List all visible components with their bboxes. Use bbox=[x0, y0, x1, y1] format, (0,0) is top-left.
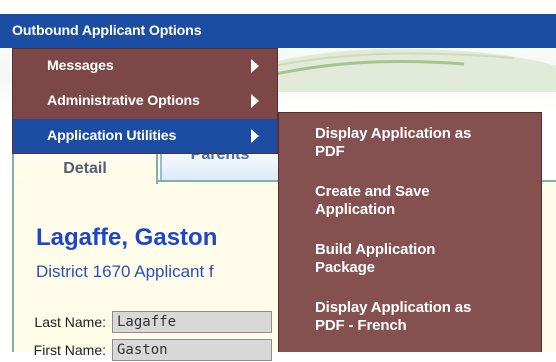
menu-outbound-applicant-options[interactable]: Outbound Applicant Options bbox=[0, 14, 214, 48]
menu-item-display-application-pdf-french[interactable]: Display Application as PDF - French bbox=[279, 299, 541, 335]
menu-item-display-application-pdf-french-line1: Display Application as bbox=[315, 299, 472, 316]
menu-item-build-application-package-line1: Build Application bbox=[315, 241, 436, 258]
menu-item-messages-label: Messages bbox=[47, 58, 114, 74]
menu-item-application-utilities-label: Application Utilities bbox=[47, 128, 177, 144]
applicant-subtitle: District 1670 Applicant f bbox=[36, 262, 214, 281]
application-utilities-menu: Display Application as PDF Create and Sa… bbox=[278, 112, 542, 352]
menu-item-application-utilities[interactable]: Application Utilities bbox=[13, 119, 277, 153]
submenu-arrow-icon bbox=[251, 59, 259, 73]
last-name-label: Last Name: bbox=[34, 314, 106, 330]
outbound-options-menu: Messages Administrative Options Applicat… bbox=[12, 48, 278, 154]
last-name-row: Last Name: Lagaffe bbox=[4, 310, 272, 334]
submenu-arrow-icon bbox=[251, 94, 259, 108]
menu-item-display-application-pdf-french-line2: PDF - French bbox=[315, 317, 407, 334]
menu-item-build-application-package-line2: Package bbox=[315, 259, 375, 276]
first-name-field[interactable]: Gaston bbox=[112, 339, 272, 361]
menu-item-administrative-options-label: Administrative Options bbox=[47, 93, 200, 109]
menu-item-display-application-pdf[interactable]: Display Application as PDF bbox=[279, 125, 541, 161]
tab-detail-label: Detail bbox=[63, 160, 107, 177]
menu-item-create-save-application[interactable]: Create and Save Application bbox=[279, 183, 541, 219]
submenu-arrow-icon bbox=[251, 129, 259, 143]
last-name-field[interactable]: Lagaffe bbox=[112, 311, 272, 333]
first-name-row: First Name: Gaston bbox=[4, 338, 272, 362]
first-name-label: First Name: bbox=[33, 342, 106, 358]
menu-item-display-application-pdf-line2: PDF bbox=[315, 143, 345, 160]
menu-item-create-save-application-line1: Create and Save bbox=[315, 183, 430, 200]
menu-item-create-save-application-line2: Application bbox=[315, 201, 396, 218]
menu-item-administrative-options[interactable]: Administrative Options bbox=[13, 84, 277, 118]
applicant-name: Lagaffe, Gaston bbox=[36, 224, 218, 251]
menu-item-display-application-pdf-line1: Display Application as bbox=[315, 125, 472, 142]
menu-item-messages[interactable]: Messages bbox=[13, 49, 277, 83]
menu-item-build-application-package[interactable]: Build Application Package bbox=[279, 241, 541, 277]
